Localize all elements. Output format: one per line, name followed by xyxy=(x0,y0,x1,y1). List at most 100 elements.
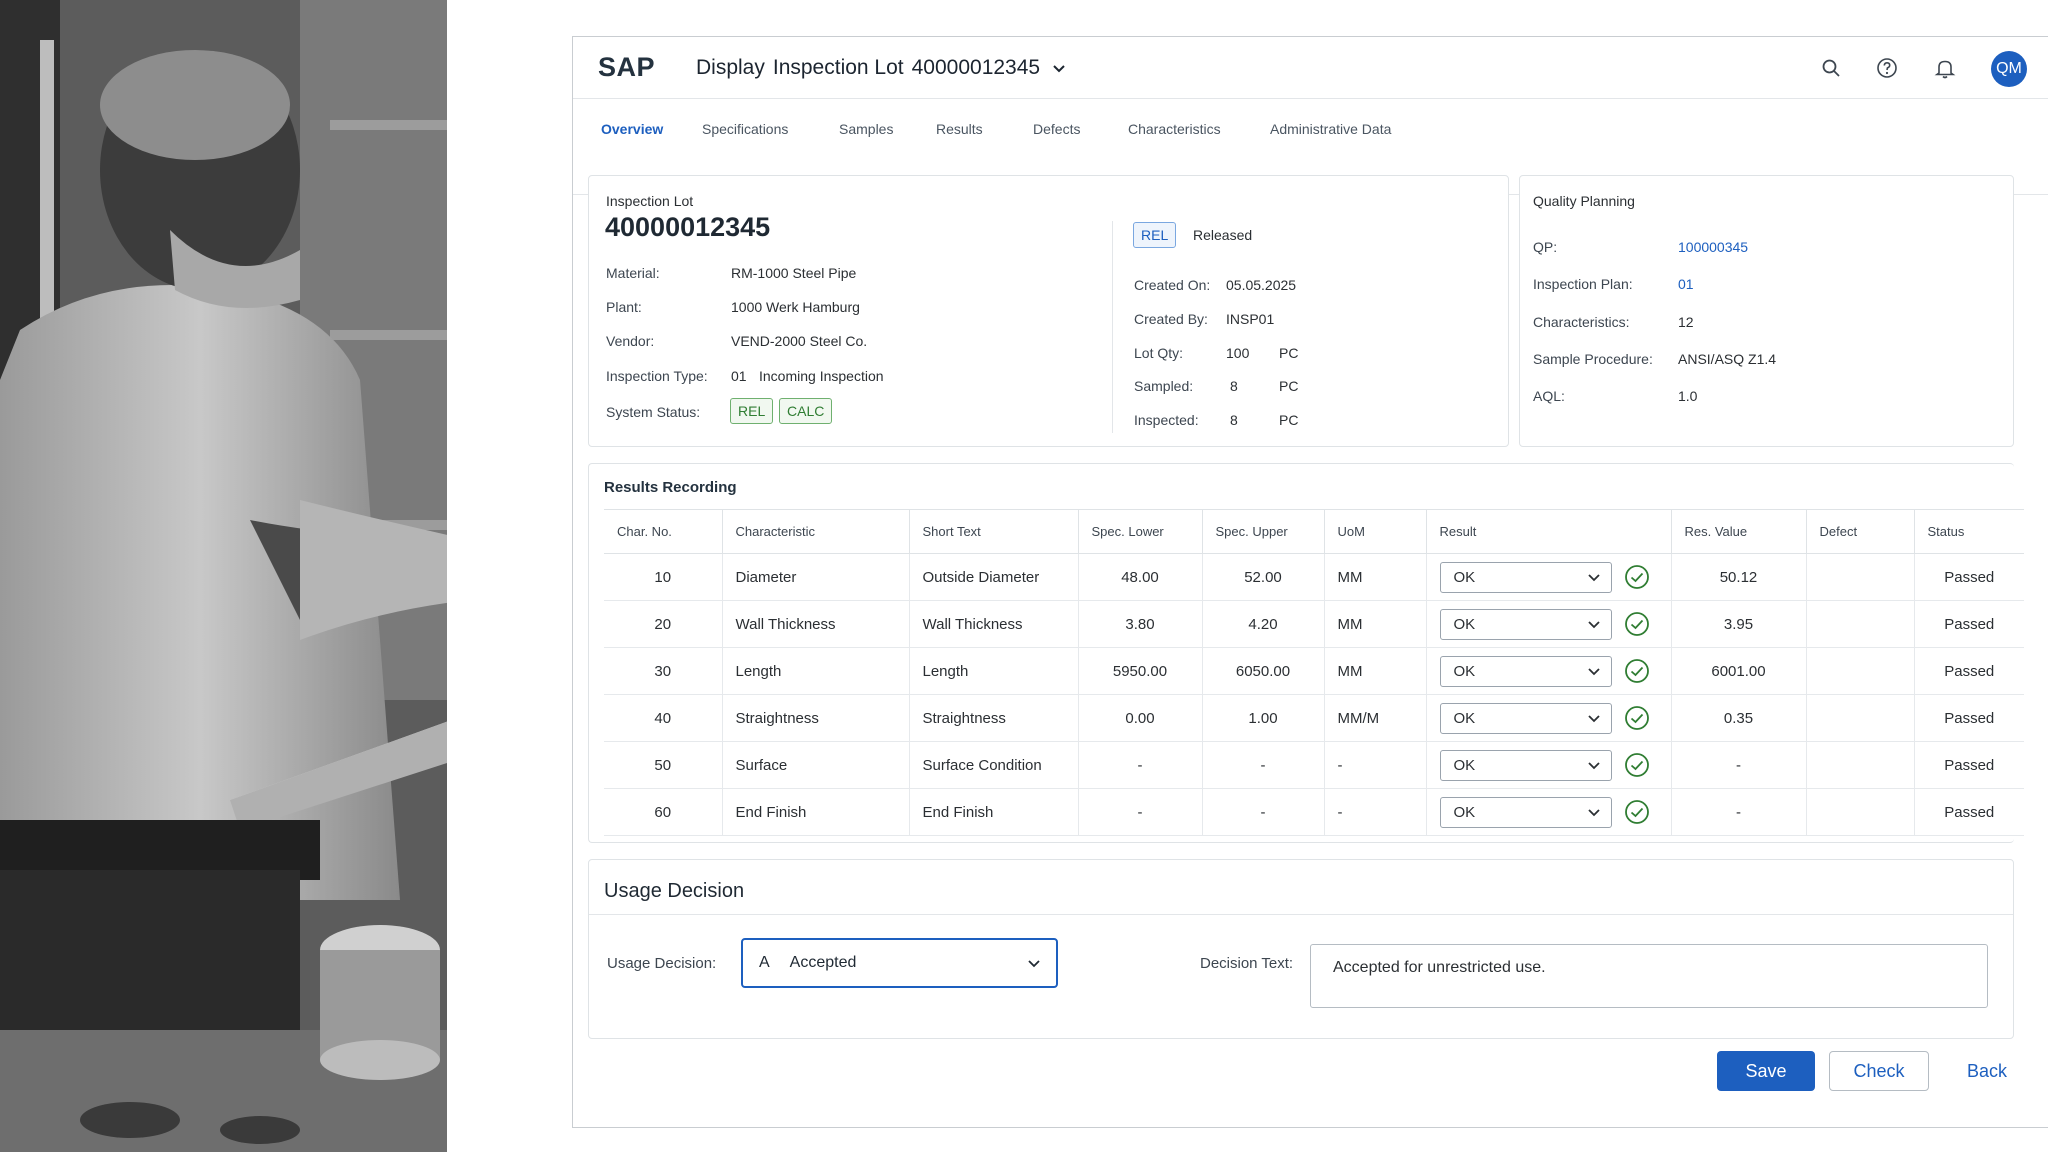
res-value-cell: 3.95 xyxy=(1671,600,1807,648)
lot-number: 40000012345 xyxy=(605,212,771,242)
col-characteristic[interactable]: Characteristic xyxy=(722,509,910,554)
aql-label: AQL: xyxy=(1533,388,1565,404)
sap-logo: SAP xyxy=(598,52,656,82)
help-icon[interactable] xyxy=(1874,55,1900,81)
quality-planning-card: Quality Planning QP: 100000345 Inspectio… xyxy=(1519,175,2014,447)
characteristic-cell: Surface xyxy=(722,741,910,789)
spec-upper-cell: 4.20 xyxy=(1202,600,1325,648)
table-row[interactable]: 20 Wall Thickness Wall Thickness 3.80 4.… xyxy=(604,600,2024,648)
usage-decision-select[interactable]: A Accepted xyxy=(741,938,1058,988)
back-button[interactable]: Back xyxy=(1951,1051,2023,1091)
defect-cell xyxy=(1806,600,1915,648)
results-table: Char. No. Characteristic Short Text Spec… xyxy=(604,509,2024,836)
table-row[interactable]: 50 Surface Surface Condition - - - OK - … xyxy=(604,741,2024,789)
title-object: Inspection Lot xyxy=(772,56,904,79)
spec-lower-cell: 48.00 xyxy=(1078,553,1203,601)
result-cell: OK xyxy=(1426,694,1672,742)
result-cell: OK xyxy=(1426,647,1672,695)
col-defect[interactable]: Defect xyxy=(1806,509,1915,554)
title-prefix: Display xyxy=(696,56,765,79)
status-cell: Passed xyxy=(1914,788,2024,836)
result-select[interactable]: OK xyxy=(1439,796,1612,828)
app-window: SAP Display Inspection Lot 40000012345 Q… xyxy=(572,36,2048,1128)
col-char-no[interactable]: Char. No. xyxy=(604,509,723,554)
chevron-down-icon xyxy=(1587,621,1600,629)
lot-qty-value: 100 xyxy=(1226,345,1250,361)
app-title[interactable]: Display Inspection Lot 40000012345 xyxy=(696,56,1066,80)
res-value-cell: - xyxy=(1671,741,1807,789)
res-value-cell: 0.35 xyxy=(1671,694,1807,742)
material-label: Material: xyxy=(606,265,660,281)
inspection-plan-link[interactable]: 01 xyxy=(1678,276,1694,292)
tab-characteristics[interactable]: Characteristics xyxy=(1128,121,1221,137)
res-value-cell: 6001.00 xyxy=(1671,647,1807,695)
result-select-value: OK xyxy=(1453,568,1476,586)
table-row[interactable]: 60 End Finish End Finish - - - OK - Pass… xyxy=(604,788,2024,836)
qp-link[interactable]: 100000345 xyxy=(1678,239,1748,255)
table-row[interactable]: 40 Straightness Straightness 0.00 1.00 M… xyxy=(604,694,2024,742)
spec-upper-cell: 1.00 xyxy=(1202,694,1325,742)
characteristic-cell: Wall Thickness xyxy=(722,600,910,648)
col-uom[interactable]: UoM xyxy=(1324,509,1427,554)
check-button[interactable]: Check xyxy=(1829,1051,1929,1091)
check-circle-icon xyxy=(1624,753,1649,777)
result-select[interactable]: OK xyxy=(1439,702,1612,734)
spec-lower-cell: - xyxy=(1078,788,1203,836)
result-select[interactable]: OK xyxy=(1439,608,1612,640)
inspected-unit: PC xyxy=(1279,412,1299,428)
plant-value: 1000 Werk Hamburg xyxy=(731,299,860,315)
col-status[interactable]: Status xyxy=(1914,509,2024,554)
table-row[interactable]: 30 Length Length 5950.00 6050.00 MM OK 6… xyxy=(604,647,2024,695)
col-short-text[interactable]: Short Text xyxy=(909,509,1079,554)
tab-samples[interactable]: Samples xyxy=(839,121,893,137)
created-on-label: Created On: xyxy=(1134,277,1211,293)
tab-overview[interactable]: Overview xyxy=(601,121,663,137)
sample-procedure-label: Sample Procedure: xyxy=(1533,351,1653,367)
decision-text-label: Decision Text: xyxy=(1200,955,1294,972)
defect-cell xyxy=(1806,647,1915,695)
status-cell: Passed xyxy=(1914,694,2024,742)
sampled-value: 8 xyxy=(1230,378,1238,394)
result-cell: OK xyxy=(1426,600,1672,648)
save-button[interactable]: Save xyxy=(1717,1051,1815,1091)
inspection-lot-card: Inspection Lot 40000012345 Material: RM-… xyxy=(588,175,1509,447)
char-no-cell: 40 xyxy=(604,694,723,742)
short-text-cell: End Finish xyxy=(909,788,1079,836)
spec-lower-cell: 0.00 xyxy=(1078,694,1203,742)
bell-icon[interactable] xyxy=(1932,55,1958,81)
tab-specifications[interactable]: Specifications xyxy=(702,121,788,137)
chevron-down-icon[interactable] xyxy=(1052,61,1066,75)
status-cell: Passed xyxy=(1914,553,2024,601)
status-cell: Passed xyxy=(1914,647,2024,695)
inspection-type-text: Incoming Inspection xyxy=(759,368,884,384)
characteristics-value: 12 xyxy=(1678,314,1694,330)
col-spec-lower[interactable]: Spec. Lower xyxy=(1078,509,1203,554)
defect-cell xyxy=(1806,741,1915,789)
col-result[interactable]: Result xyxy=(1426,509,1672,554)
decision-text-input[interactable]: Accepted for unrestricted use. xyxy=(1310,944,1988,1008)
result-cell: OK xyxy=(1426,553,1672,601)
chevron-down-icon xyxy=(1587,574,1600,582)
tab-administrative-data[interactable]: Administrative Data xyxy=(1270,121,1391,137)
short-text-cell: Wall Thickness xyxy=(909,600,1079,648)
short-text-cell: Straightness xyxy=(909,694,1079,742)
user-avatar[interactable]: QM xyxy=(1991,51,2027,87)
uom-cell: - xyxy=(1324,788,1427,836)
search-icon[interactable] xyxy=(1818,55,1844,81)
released-text: Released xyxy=(1193,227,1253,243)
title-number: 40000012345 xyxy=(911,56,1041,79)
tab-results[interactable]: Results xyxy=(936,121,983,137)
uom-cell: MM xyxy=(1324,553,1427,601)
col-res-value[interactable]: Res. Value xyxy=(1671,509,1807,554)
shell-bar: SAP Display Inspection Lot 40000012345 Q… xyxy=(573,37,2048,99)
result-select[interactable]: OK xyxy=(1439,749,1612,781)
check-circle-icon xyxy=(1624,612,1649,636)
tab-defects[interactable]: Defects xyxy=(1033,121,1080,137)
inspected-label: Inspected: xyxy=(1134,412,1199,428)
short-text-cell: Surface Condition xyxy=(909,741,1079,789)
inspection-type-code: 01 xyxy=(731,368,747,384)
col-spec-upper[interactable]: Spec. Upper xyxy=(1202,509,1325,554)
result-select[interactable]: OK xyxy=(1439,655,1612,687)
table-row[interactable]: 10 Diameter Outside Diameter 48.00 52.00… xyxy=(604,553,2024,601)
result-select[interactable]: OK xyxy=(1439,561,1612,593)
